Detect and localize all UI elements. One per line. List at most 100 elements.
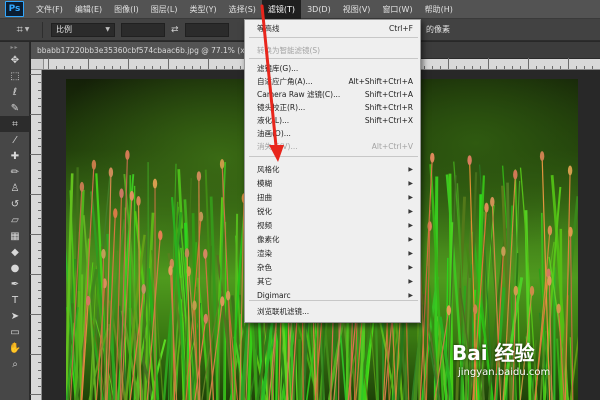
ruler-tick xyxy=(104,66,105,69)
ruler-tick xyxy=(592,66,593,69)
seed-head xyxy=(125,150,130,160)
blur-icon[interactable]: ◆ xyxy=(0,244,30,260)
filter-menu-item-label: 液化(L)... xyxy=(257,116,290,125)
pen-icon[interactable]: ✒ xyxy=(0,276,30,292)
menu-type[interactable]: 类型(Y) xyxy=(183,0,222,19)
ruler-tick xyxy=(38,346,41,347)
filter-menu-item[interactable]: Digimarc ▶ xyxy=(245,289,422,302)
menu-edit[interactable]: 编辑(E) xyxy=(69,0,108,19)
marquee-icon[interactable]: ⬚ xyxy=(0,68,30,84)
shape-icon[interactable]: ▭ xyxy=(0,324,30,340)
hand-icon[interactable]: ✋ xyxy=(0,340,30,356)
seed-head xyxy=(113,208,118,219)
ruler-tick xyxy=(152,66,153,69)
seed-head xyxy=(547,225,553,236)
ruler-tick xyxy=(504,66,505,69)
baidu-watermark: Bai 经验 jingyan.baidu.com xyxy=(452,337,592,389)
filter-menu-item[interactable]: 油画(O)... xyxy=(245,127,422,140)
filter-menu-item[interactable]: 视频 ▶ xyxy=(245,219,422,232)
ruler-tick xyxy=(38,258,41,259)
ratio-select[interactable]: 比例 ▼ xyxy=(51,22,115,37)
menu-separator xyxy=(249,156,418,157)
filter-menu-item[interactable]: 模糊 ▶ xyxy=(245,177,422,190)
panel-grip[interactable]: ▸▸ xyxy=(0,42,29,52)
menu-view[interactable]: 视图(V) xyxy=(337,0,377,19)
ruler-tick xyxy=(38,386,41,387)
ruler-tick xyxy=(48,58,49,69)
submenu-arrow-icon: ▶ xyxy=(408,222,413,229)
ruler-tick xyxy=(112,66,113,69)
ruler-tick xyxy=(560,66,561,69)
menu-filter[interactable]: 滤镜(T) xyxy=(261,0,302,19)
ruler-tick xyxy=(38,122,41,123)
ruler-tick xyxy=(38,98,41,99)
ruler-tick xyxy=(56,66,57,69)
eraser-icon[interactable]: ▱ xyxy=(0,212,30,228)
move-icon[interactable]: ✥ xyxy=(0,52,30,68)
menu-window[interactable]: 窗口(W) xyxy=(376,0,418,19)
ruler-tick xyxy=(30,394,41,395)
document-tab[interactable]: bbabb17220bb3e35360cbf574cbaac6b.jpg @ 7… xyxy=(31,42,271,59)
filter-menu-item[interactable]: Camera Raw 滤镜(C)... Shift+Ctrl+A xyxy=(245,88,422,101)
path-select-icon[interactable]: ➤ xyxy=(0,308,30,324)
seed-head xyxy=(79,181,85,192)
ratio-select-value: 比例 xyxy=(56,25,72,34)
filter-menu-item[interactable]: 自适应广角(A)... Alt+Shift+Ctrl+A xyxy=(245,75,422,88)
menu-3d[interactable]: 3D(D) xyxy=(301,0,337,19)
filter-menu-item[interactable]: 等高线 Ctrl+F xyxy=(245,22,422,35)
swap-icon[interactable]: ⇄ xyxy=(171,25,179,35)
ruler-tick xyxy=(38,250,41,251)
lasso-icon[interactable]: ℓ xyxy=(0,84,30,100)
delete-cropped-pixels-label[interactable]: 的像素 xyxy=(426,24,450,35)
dodge-icon[interactable]: ● xyxy=(0,260,30,276)
seed-head xyxy=(192,300,197,311)
filter-menu-item-label: Camera Raw 滤镜(C)... xyxy=(257,90,341,99)
crop-icon[interactable]: ⌗ xyxy=(0,116,30,132)
filter-menu-item[interactable]: 杂色 ▶ xyxy=(245,261,422,274)
type-icon[interactable]: T xyxy=(0,292,30,308)
filter-menu-item[interactable]: 镜头校正(R)... Shift+Ctrl+R xyxy=(245,101,422,114)
filter-menu-item[interactable]: 其它 ▶ xyxy=(245,275,422,288)
height-input[interactable] xyxy=(184,22,229,37)
chevron-down-icon: ▼ xyxy=(105,26,110,33)
width-input[interactable] xyxy=(121,22,165,37)
healing-brush-icon[interactable]: ✚ xyxy=(0,148,30,164)
filter-menu-item[interactable]: 锐化 ▶ xyxy=(245,205,422,218)
clone-stamp-icon[interactable]: ♙ xyxy=(0,180,30,196)
zoom-icon[interactable]: ⌕ xyxy=(0,356,30,372)
submenu-arrow-icon: ▶ xyxy=(408,194,413,201)
gradient-icon[interactable]: ▦ xyxy=(0,228,30,244)
filter-menu-item[interactable]: 液化(L)... Shift+Ctrl+X xyxy=(245,114,422,127)
menu-layer[interactable]: 图层(L) xyxy=(145,0,184,19)
filter-menu-item[interactable]: 渲染 ▶ xyxy=(245,247,422,260)
eyedropper-icon[interactable]: ⁄ xyxy=(0,132,30,148)
ruler-tick xyxy=(30,194,41,195)
ruler-tick xyxy=(584,66,585,69)
seed-head xyxy=(556,303,561,314)
ruler-tick xyxy=(38,378,41,379)
ruler-origin[interactable] xyxy=(31,59,44,70)
vertical-ruler[interactable] xyxy=(30,70,42,400)
menu-separator xyxy=(249,58,418,59)
filter-menu-item[interactable]: 滤镜库(G)... xyxy=(245,62,422,75)
menu-help[interactable]: 帮助(H) xyxy=(419,0,459,19)
ruler-tick xyxy=(64,66,65,69)
menu-select[interactable]: 选择(S) xyxy=(223,0,262,19)
filter-menu-item[interactable]: 像素化 ▶ xyxy=(245,233,422,246)
brush-icon[interactable]: ✏ xyxy=(0,164,30,180)
menu-file[interactable]: 文件(F) xyxy=(30,0,69,19)
crop-tool-preset[interactable]: ⌗ ▼ xyxy=(12,21,34,39)
filter-menu-item-label: 扭曲 xyxy=(257,193,272,202)
ruler-tick xyxy=(38,266,41,267)
ruler-tick xyxy=(496,66,497,69)
history-brush-icon[interactable]: ↺ xyxy=(0,196,30,212)
filter-menu-item[interactable]: 浏览联机滤镜... xyxy=(245,305,422,318)
quick-select-icon[interactable]: ✎ xyxy=(0,100,30,116)
filter-menu-item[interactable]: 扭曲 ▶ xyxy=(245,191,422,204)
filter-menu-item-label: 其它 xyxy=(257,277,272,286)
ruler-tick xyxy=(30,74,41,75)
menu-image[interactable]: 图像(I) xyxy=(108,0,145,19)
filter-menu-item[interactable]: 风格化 ▶ xyxy=(245,163,422,176)
ruler-tick xyxy=(216,66,217,69)
ruler-tick xyxy=(38,330,41,331)
